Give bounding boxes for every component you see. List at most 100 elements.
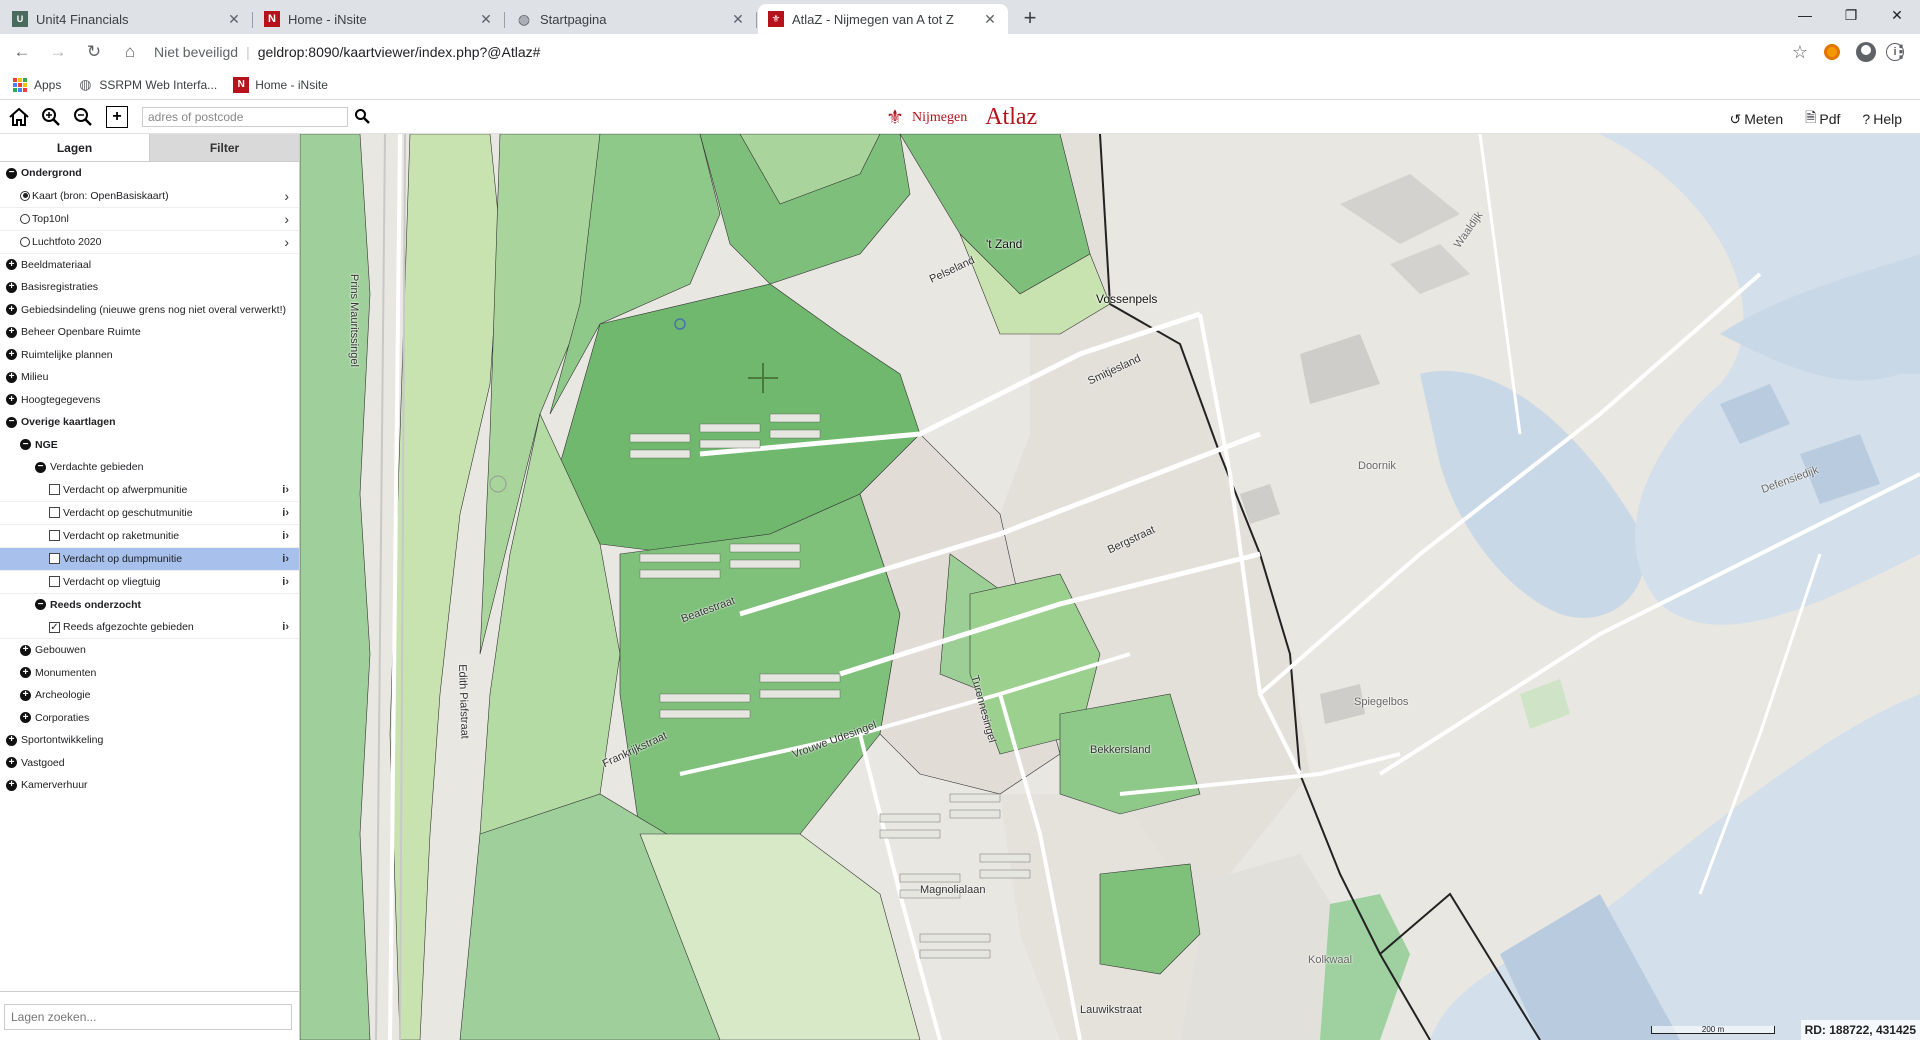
- home-icon[interactable]: [6, 104, 32, 130]
- expand-icon[interactable]: +: [6, 757, 17, 769]
- tab-atlaz[interactable]: ⚜ AtlaZ - Nijmegen van A tot Z ✕: [758, 4, 1008, 34]
- bookmark-ssrpm[interactable]: ◍ SSRPM Web Interfa...: [77, 76, 217, 93]
- expand-icon[interactable]: +: [6, 734, 17, 746]
- layer-row[interactable]: + Beheer Openbare Ruimte: [0, 321, 299, 344]
- help-button[interactable]: ? Help: [1862, 107, 1902, 131]
- layer-row[interactable]: + Monumenten: [0, 662, 299, 685]
- radio-button[interactable]: [20, 213, 30, 224]
- layer-info-icon[interactable]: i›: [282, 530, 289, 542]
- layer-row[interactable]: − Overige kaartlagen: [0, 411, 299, 434]
- layer-row[interactable]: + Milieu: [0, 366, 299, 389]
- measure-button[interactable]: ↺ Meten: [1729, 107, 1783, 131]
- layer-row[interactable]: + Basisregistraties: [0, 276, 299, 299]
- expand-icon[interactable]: +: [6, 259, 17, 271]
- layer-row[interactable]: Top10nl ›: [0, 208, 299, 231]
- layer-row[interactable]: + Corporaties: [0, 707, 299, 730]
- bookmark-insite[interactable]: N Home - iNsite: [233, 76, 328, 93]
- bookmark-apps[interactable]: Apps: [12, 77, 61, 93]
- layer-checkbox[interactable]: ✓: [49, 621, 60, 633]
- address-bar[interactable]: i Niet beveiligd | geldrop:8090/kaartvie…: [154, 38, 1904, 66]
- layer-row[interactable]: + Archeologie: [0, 684, 299, 707]
- tab-layers[interactable]: Lagen: [0, 134, 150, 162]
- expand-icon[interactable]: +: [6, 326, 17, 338]
- chevron-right-icon[interactable]: ›: [284, 188, 289, 204]
- layer-checkbox[interactable]: [49, 484, 60, 495]
- expand-icon[interactable]: +: [20, 689, 31, 701]
- layer-row[interactable]: − NGE: [0, 434, 299, 457]
- layer-row[interactable]: Kaart (bron: OpenBasiskaart) ›: [0, 185, 299, 208]
- layer-info-icon[interactable]: i›: [282, 576, 289, 588]
- expand-icon[interactable]: +: [6, 779, 17, 791]
- close-icon[interactable]: ✕: [982, 11, 998, 27]
- extension-icon[interactable]: [1824, 44, 1840, 60]
- layer-info-icon[interactable]: i›: [282, 621, 289, 633]
- close-window-button[interactable]: ✕: [1874, 0, 1920, 30]
- layer-info-icon[interactable]: i›: [282, 484, 289, 496]
- layer-row[interactable]: − Verdachte gebieden: [0, 456, 299, 479]
- expand-icon[interactable]: +: [6, 281, 17, 293]
- collapse-icon[interactable]: −: [35, 599, 46, 611]
- new-tab-button[interactable]: +: [1016, 4, 1044, 32]
- expand-icon[interactable]: +: [20, 712, 31, 724]
- collapse-icon[interactable]: −: [20, 439, 31, 451]
- layer-row[interactable]: ✓ Reeds afgezochte gebieden i›: [0, 616, 299, 639]
- reload-button[interactable]: ↻: [80, 38, 108, 66]
- layer-row[interactable]: Verdacht op raketmunitie i›: [0, 525, 299, 548]
- layer-info-icon[interactable]: i›: [282, 553, 289, 565]
- layer-row[interactable]: − Reeds onderzocht: [0, 594, 299, 617]
- zoom-in-icon[interactable]: [38, 104, 64, 130]
- map-canvas[interactable]: Prins Mauritssingel 't Zand Pelseland Vo…: [300, 134, 1920, 1040]
- tab-filter[interactable]: Filter: [150, 134, 299, 162]
- close-icon[interactable]: ✕: [730, 11, 746, 27]
- layer-row[interactable]: Verdacht op geschutmunitie i›: [0, 502, 299, 525]
- layer-row[interactable]: − Ondergrond: [0, 162, 299, 185]
- close-icon[interactable]: ✕: [478, 11, 494, 27]
- radio-button[interactable]: [20, 190, 30, 201]
- collapse-icon[interactable]: −: [6, 416, 17, 428]
- menu-icon[interactable]: ⋮: [1892, 42, 1910, 63]
- expand-icon[interactable]: +: [20, 644, 31, 656]
- layer-checkbox[interactable]: [49, 530, 60, 541]
- back-button[interactable]: ←: [8, 38, 36, 66]
- zoom-box-icon[interactable]: +: [106, 106, 128, 128]
- layer-row[interactable]: + Vastgoed: [0, 752, 299, 775]
- layer-row[interactable]: + Kamerverhuur: [0, 774, 299, 797]
- radio-button[interactable]: [20, 236, 30, 247]
- layer-row[interactable]: + Gebiedsindeling (nieuwe grens nog niet …: [0, 299, 299, 322]
- expand-icon[interactable]: +: [20, 667, 31, 679]
- collapse-icon[interactable]: −: [35, 461, 46, 473]
- expand-icon[interactable]: +: [6, 349, 17, 361]
- home-button[interactable]: ⌂: [116, 38, 144, 66]
- expand-icon[interactable]: +: [6, 394, 17, 406]
- bookmark-star-icon[interactable]: ☆: [1792, 42, 1808, 63]
- collapse-icon[interactable]: −: [6, 167, 17, 179]
- layer-row[interactable]: Luchtfoto 2020 ›: [0, 231, 299, 254]
- layer-search-input[interactable]: [4, 1004, 292, 1030]
- address-search-input[interactable]: [142, 107, 348, 127]
- layer-row[interactable]: + Ruimtelijke plannen: [0, 344, 299, 367]
- chevron-right-icon[interactable]: ›: [284, 234, 289, 250]
- layer-info-icon[interactable]: i›: [282, 507, 289, 519]
- pdf-button[interactable]: 🗎 Pdf: [1805, 107, 1840, 131]
- expand-icon[interactable]: +: [6, 304, 17, 316]
- tab-startpagina[interactable]: ◍ Startpagina ✕: [506, 4, 757, 34]
- layer-checkbox[interactable]: [49, 553, 60, 564]
- zoom-out-icon[interactable]: [70, 104, 96, 130]
- layer-row[interactable]: Verdacht op vliegtuig i›: [0, 571, 299, 594]
- tab-unit4[interactable]: U Unit4 Financials ✕: [2, 4, 253, 34]
- layer-row[interactable]: + Gebouwen: [0, 639, 299, 662]
- minimize-button[interactable]: —: [1782, 0, 1828, 30]
- forward-button[interactable]: →: [44, 38, 72, 66]
- layer-checkbox[interactable]: [49, 576, 60, 587]
- layer-row[interactable]: Verdacht op dumpmunitie i›: [0, 547, 299, 571]
- layer-checkbox[interactable]: [49, 507, 60, 518]
- search-icon[interactable]: [354, 108, 370, 127]
- profile-avatar[interactable]: [1856, 42, 1876, 62]
- restore-button[interactable]: ❐: [1828, 0, 1874, 30]
- chevron-right-icon[interactable]: ›: [284, 211, 289, 227]
- expand-icon[interactable]: +: [6, 371, 17, 383]
- layer-row[interactable]: Verdacht op afwerpmunitie i›: [0, 479, 299, 502]
- close-icon[interactable]: ✕: [226, 11, 242, 27]
- tab-insite[interactable]: N Home - iNsite ✕: [254, 4, 505, 34]
- layer-row[interactable]: + Sportontwikkeling: [0, 729, 299, 752]
